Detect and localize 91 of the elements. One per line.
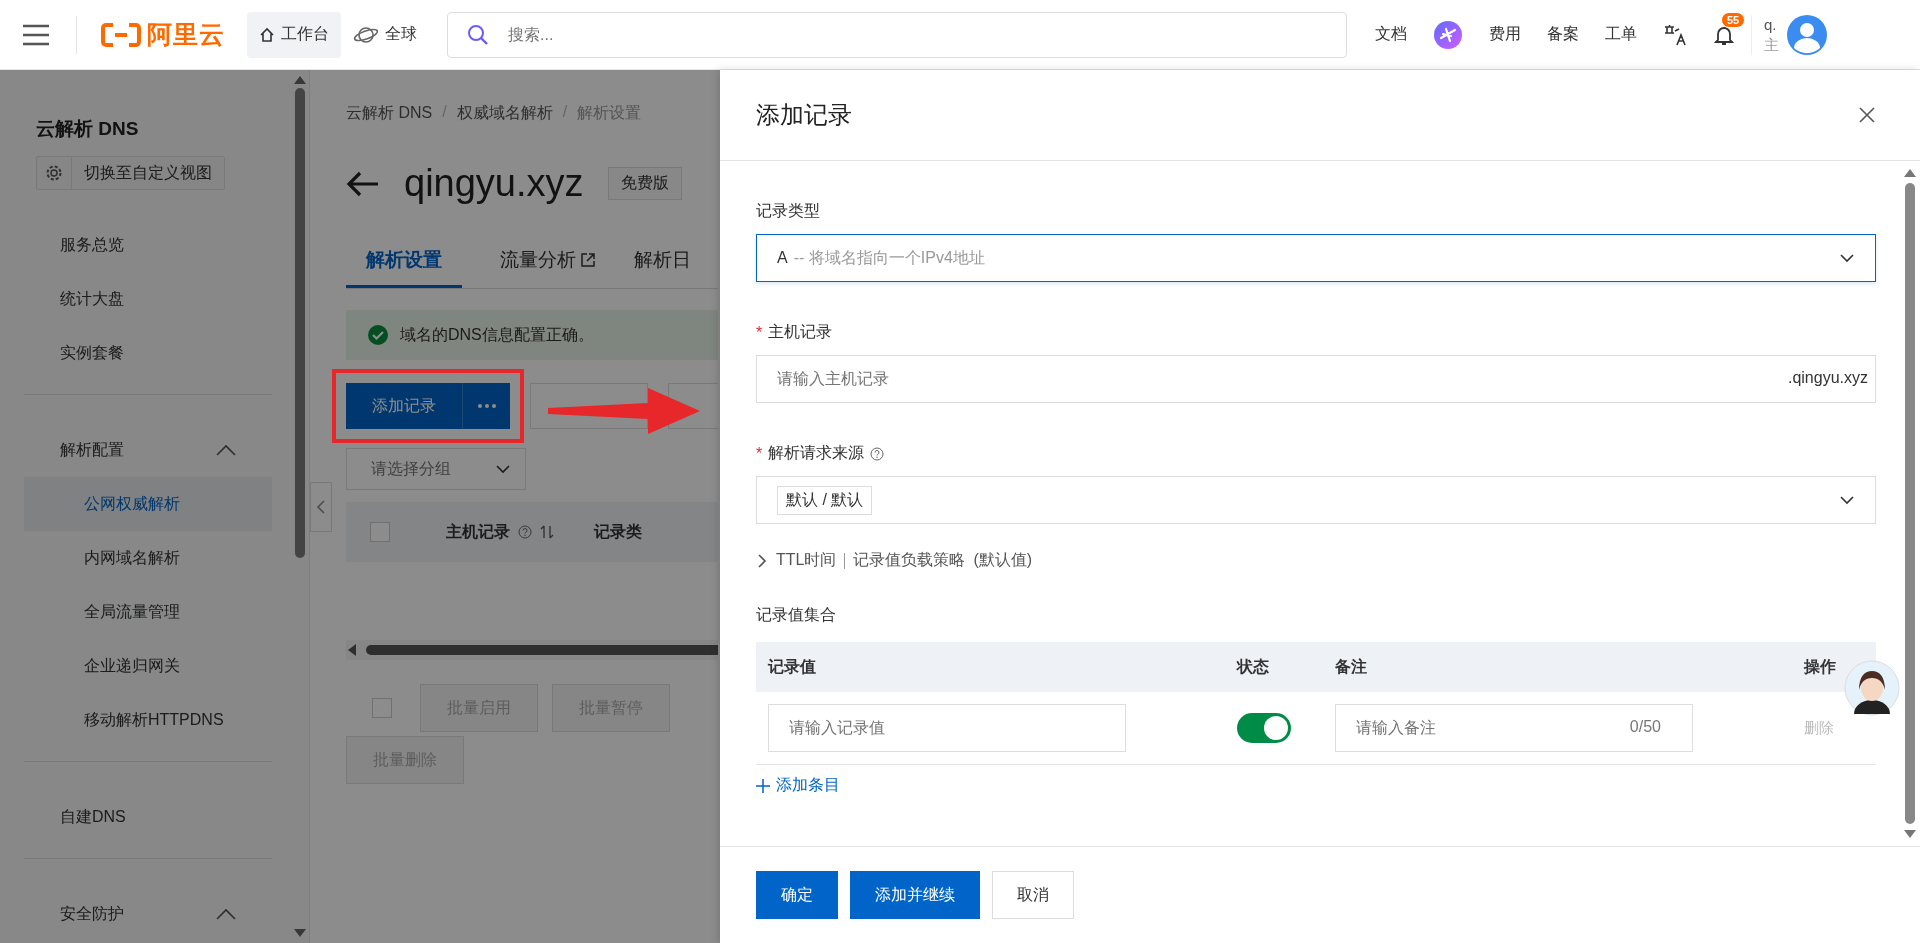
chevron-up-icon (216, 908, 236, 920)
menu-icon[interactable] (22, 23, 50, 46)
nav-link[interactable]: 备案 (1547, 24, 1579, 45)
footer-button[interactable]: 添加并继续 (850, 871, 980, 919)
logo-text[interactable]: 阿里云 (147, 18, 225, 51)
add-item-link[interactable]: 添加条目 (756, 775, 840, 796)
home-icon (259, 26, 275, 43)
field-label: 解析请求来源 (768, 443, 865, 463)
tab[interactable]: 解析设置 (346, 239, 462, 288)
chevron-right-icon[interactable] (756, 552, 768, 569)
column-header: 状态 (1225, 642, 1323, 692)
add-record-button[interactable]: 添加记录 (346, 383, 462, 429)
workbench-button[interactable]: 工作台 (247, 11, 341, 58)
sidebar-item[interactable]: 全局流量管理 (24, 585, 272, 639)
close-icon (1858, 106, 1876, 124)
column-header: 记录值 (756, 642, 1225, 692)
sidebar-item[interactable]: 移动解析HTTPDNS (24, 693, 272, 747)
assistant-figure-icon[interactable] (1844, 660, 1900, 716)
scrollbar-thumb[interactable] (294, 88, 305, 558)
alert-text: 域名的DNS信息配置正确。 (400, 324, 594, 345)
footer-button[interactable]: 取消 (992, 871, 1074, 919)
check-circle-icon (368, 325, 388, 345)
chevron-left-icon (316, 499, 326, 515)
scroll-down-icon[interactable] (1904, 830, 1916, 838)
sidebar-item[interactable]: 统计大盘 (24, 272, 272, 326)
more-icon (477, 404, 496, 408)
tab[interactable]: 流量分析 (500, 239, 596, 288)
required-mark: * (756, 323, 763, 342)
translate-icon[interactable] (1663, 22, 1687, 47)
sidebar-title: 云解析 DNS (36, 117, 140, 141)
sidebar-item[interactable]: 公网权威解析 (24, 477, 272, 531)
scrollbar-thumb[interactable] (1905, 183, 1915, 824)
search-icon[interactable] (467, 23, 489, 46)
group-select[interactable]: 请选择分组 (346, 448, 526, 490)
sidebar-item[interactable]: 企业递归网关 (24, 639, 272, 693)
drawer-title: 添加记录 (756, 100, 852, 130)
sidebar-group[interactable]: 安全防护 (24, 887, 272, 941)
tab[interactable]: 解析日 (634, 239, 691, 288)
nav-link[interactable]: 文档 (1375, 24, 1407, 45)
external-link-icon (580, 252, 596, 268)
nav-link[interactable]: 工单 (1605, 24, 1637, 45)
breadcrumb-separator: / (442, 103, 447, 122)
scroll-up-icon[interactable] (1904, 169, 1916, 177)
logo-icon[interactable] (101, 21, 141, 48)
record-value-field[interactable]: 请输入记录值 (768, 704, 1126, 752)
footer-button[interactable]: 确定 (756, 871, 838, 919)
breadcrumb-separator: / (562, 103, 568, 122)
help-icon (870, 446, 885, 461)
assistant-icon[interactable] (1433, 19, 1463, 50)
edition-tag: 免费版 (607, 167, 682, 200)
breadcrumb-link[interactable]: 权威域名解析 (456, 103, 553, 124)
scroll-down-icon[interactable] (293, 929, 306, 937)
user-role: 主 (1764, 34, 1779, 55)
back-arrow-icon[interactable] (346, 170, 380, 197)
checkbox[interactable] (370, 522, 390, 542)
record-type-select[interactable]: A -- 将域名指向一个IPv4地址 (756, 234, 1876, 282)
advanced-settings-link[interactable]: 记录值负载策略 (853, 550, 966, 571)
notification-badge: 55 (1721, 11, 1746, 28)
sidebar-group[interactable]: 解析配置 (24, 423, 272, 477)
request-source-select[interactable]: 默认 / 默认 (756, 476, 1876, 524)
section-title: 记录值集合 (756, 605, 837, 625)
plus-icon (756, 778, 770, 793)
scroll-left-icon[interactable] (346, 643, 358, 657)
status-toggle[interactable] (1237, 713, 1291, 743)
sidebar-item[interactable]: 实例套餐 (24, 326, 272, 380)
advanced-settings-link[interactable]: TTL时间 (776, 550, 837, 571)
nav-link[interactable]: 费用 (1489, 24, 1521, 45)
user-name[interactable]: q. (1764, 14, 1779, 35)
avatar-icon[interactable] (1787, 14, 1827, 55)
domain-title: qingyu.xyz (404, 162, 584, 205)
sort-icon[interactable] (540, 525, 554, 539)
sidebar-item[interactable]: 服务总览 (24, 218, 272, 272)
required-mark: * (756, 444, 763, 463)
field-label: 记录类型 (756, 201, 820, 221)
breadcrumb-link[interactable]: 云解析 DNS (346, 103, 433, 124)
sidebar-item[interactable]: 内网域名解析 (24, 531, 272, 585)
sidebar-item[interactable]: 自建DNS (24, 790, 272, 844)
column-header: 备注 (1323, 642, 1792, 692)
search-field[interactable]: 搜索... (447, 11, 1347, 58)
column-header: 主机记录 (446, 521, 510, 542)
region-button[interactable]: 全球 (341, 11, 429, 58)
chevron-up-icon (216, 444, 236, 456)
domain-suffix: .qingyu.xyz (1787, 369, 1868, 387)
switch-view-button[interactable]: 切换至自定义视图 (36, 156, 225, 190)
gear-icon (45, 164, 63, 182)
field-label: 主机记录 (768, 322, 833, 342)
column-header: 记录类 (594, 521, 642, 542)
collapse-handle[interactable] (310, 482, 332, 532)
checkbox[interactable] (372, 698, 392, 718)
advanced-settings-link[interactable]: (默认值) (973, 550, 1033, 571)
character-count: 0/50 (1629, 718, 1661, 736)
